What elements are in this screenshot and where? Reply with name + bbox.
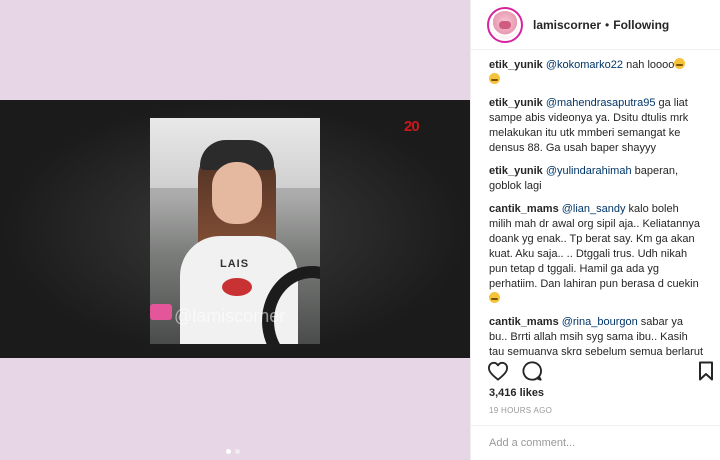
post-media[interactable]: LAIS @lamiscorner 20 <box>0 0 470 460</box>
comment-text: kalo boleh milih mah dr awal org sipil a… <box>489 203 700 290</box>
post-sidebar: lamiscorner • Following etik_yunik @kokom… <box>470 0 720 460</box>
weary-face-emoji <box>489 73 500 84</box>
post-header: lamiscorner • Following <box>471 0 720 50</box>
pink-object <box>150 304 172 320</box>
video-player[interactable]: LAIS @lamiscorner 20 <box>0 100 470 358</box>
sad-face-emoji <box>489 292 500 303</box>
comment: etik_yunik @yulindarahimah baperan, goblo… <box>489 164 704 194</box>
comment: cantik_mams @lian_sandy kalo boleh milih … <box>489 202 704 307</box>
comment-username[interactable]: etik_yunik <box>489 165 543 177</box>
video-watermark: @lamiscorner <box>174 306 286 326</box>
carousel-dot[interactable] <box>235 449 240 454</box>
bookmark-icon <box>699 361 713 381</box>
channel-logo: 20 <box>404 118 420 135</box>
divider <box>471 425 720 426</box>
comment-mention[interactable]: @lian_sandy <box>562 203 626 215</box>
video-thumbnail: LAIS @lamiscorner <box>150 118 320 344</box>
comment-icon <box>522 361 542 381</box>
comment: etik_yunik @kokomarko22 nah loooo <box>489 58 704 88</box>
comment-username[interactable]: cantik_mams <box>489 316 559 328</box>
comments-list[interactable]: etik_yunik @kokomarko22 nah loooo etik_yu… <box>471 50 720 355</box>
comment-text: nah loooo <box>623 59 675 71</box>
header-text: lamiscorner • Following <box>533 18 669 32</box>
comment-username[interactable]: etik_yunik <box>489 97 543 109</box>
header-separator: • <box>605 17 610 32</box>
comment-mention[interactable]: @yulindarahimah <box>546 165 632 177</box>
shirt-print-text: LAIS <box>220 258 250 270</box>
comment-username[interactable]: etik_yunik <box>489 59 543 71</box>
comment-mention[interactable]: @rina_bourgon <box>562 316 638 328</box>
likes-count[interactable]: 3,416 likes <box>489 387 544 399</box>
comment-username[interactable]: cantik_mams <box>489 203 559 215</box>
comment-button[interactable] <box>521 360 543 382</box>
like-button[interactable] <box>487 360 509 382</box>
person-face <box>212 162 262 224</box>
comment-mention[interactable]: @kokomarko22 <box>546 59 623 71</box>
post-timestamp[interactable]: 19 HOURS AGO <box>489 406 552 415</box>
add-comment-input[interactable] <box>489 433 709 453</box>
carousel-indicator <box>226 449 240 454</box>
lips-print <box>222 278 252 296</box>
avatar-image <box>491 10 519 39</box>
username-link[interactable]: lamiscorner <box>533 18 601 32</box>
comment: cantik_mams @rina_bourgon sabar ya bu.. B… <box>489 315 704 355</box>
comment-mention[interactable]: @mahendrasaputra95 <box>546 97 656 109</box>
weary-face-emoji <box>674 58 686 69</box>
heart-icon <box>487 361 508 381</box>
following-button[interactable]: Following <box>613 18 669 32</box>
carousel-dot-active <box>226 449 231 454</box>
comment: etik_yunik @mahendrasaputra95 ga liat sam… <box>489 96 704 156</box>
avatar[interactable] <box>487 6 523 43</box>
action-bar <box>487 360 543 382</box>
save-button[interactable] <box>695 360 717 382</box>
